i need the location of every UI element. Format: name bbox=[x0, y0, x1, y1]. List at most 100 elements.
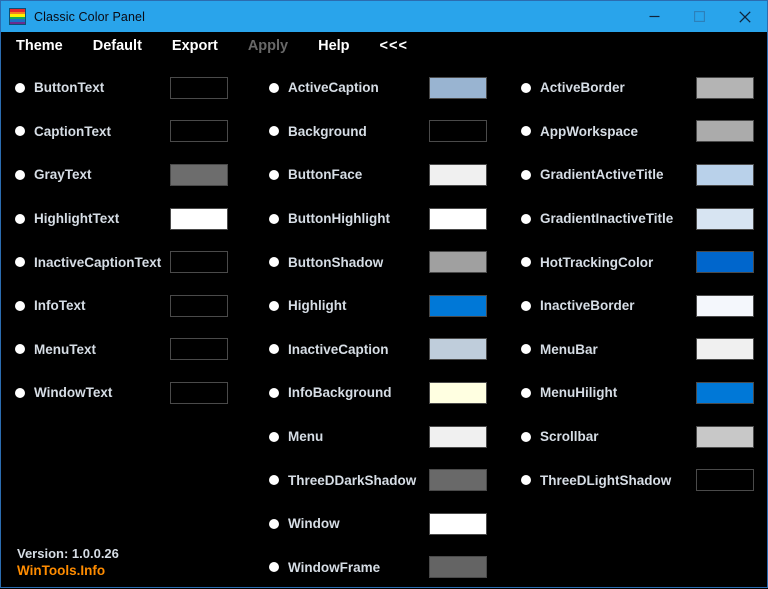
color-swatch[interactable] bbox=[429, 381, 487, 404]
color-row[interactable]: ButtonText bbox=[15, 66, 259, 110]
radio-button-icon[interactable] bbox=[15, 300, 25, 311]
color-row[interactable]: ButtonHighlight bbox=[269, 197, 511, 241]
color-swatch[interactable] bbox=[696, 207, 754, 230]
radio-button-icon[interactable] bbox=[269, 475, 279, 486]
color-row[interactable]: InfoBackground bbox=[269, 371, 511, 415]
color-swatch[interactable] bbox=[429, 294, 487, 317]
color-row[interactable]: InactiveCaptionText bbox=[15, 240, 259, 284]
radio-button-icon[interactable] bbox=[269, 562, 279, 573]
radio-button-icon[interactable] bbox=[269, 213, 279, 224]
color-row[interactable]: InactiveBorder bbox=[521, 284, 767, 328]
radio-button-icon[interactable] bbox=[521, 344, 531, 355]
color-row[interactable]: Highlight bbox=[269, 284, 511, 328]
color-swatch[interactable] bbox=[429, 512, 487, 535]
color-swatch[interactable] bbox=[170, 338, 228, 361]
color-row[interactable]: HighlightText bbox=[15, 197, 259, 241]
color-swatch[interactable] bbox=[429, 425, 487, 448]
color-swatch[interactable] bbox=[696, 76, 754, 99]
radio-button-icon[interactable] bbox=[269, 387, 279, 398]
menu-item-theme[interactable]: Theme bbox=[16, 38, 63, 54]
radio-button-icon[interactable] bbox=[15, 387, 25, 398]
radio-button-icon[interactable] bbox=[15, 126, 25, 137]
color-row[interactable]: Window bbox=[269, 502, 511, 546]
radio-button-icon[interactable] bbox=[521, 213, 531, 224]
radio-button-icon[interactable] bbox=[269, 126, 279, 137]
radio-button-icon[interactable] bbox=[521, 431, 531, 442]
color-swatch[interactable] bbox=[696, 469, 754, 492]
color-swatch[interactable] bbox=[429, 76, 487, 99]
color-swatch[interactable] bbox=[429, 251, 487, 274]
color-swatch[interactable] bbox=[170, 251, 228, 274]
color-swatch[interactable] bbox=[696, 381, 754, 404]
color-row[interactable]: Background bbox=[269, 110, 511, 154]
color-swatch[interactable] bbox=[429, 556, 487, 579]
radio-button-icon[interactable] bbox=[15, 213, 25, 224]
color-row[interactable]: WindowText bbox=[15, 371, 259, 415]
color-row[interactable]: GradientActiveTitle bbox=[521, 153, 767, 197]
color-swatch[interactable] bbox=[429, 120, 487, 143]
menu-item-help[interactable]: Help bbox=[318, 38, 349, 54]
radio-button-icon[interactable] bbox=[521, 126, 531, 137]
radio-button-icon[interactable] bbox=[269, 82, 279, 93]
minimize-button[interactable] bbox=[632, 1, 677, 32]
color-swatch[interactable] bbox=[429, 469, 487, 492]
color-swatch[interactable] bbox=[696, 425, 754, 448]
radio-button-icon[interactable] bbox=[521, 169, 531, 180]
radio-button-icon[interactable] bbox=[521, 82, 531, 93]
menu-item-default[interactable]: Default bbox=[93, 38, 142, 54]
color-row[interactable]: WindowFrame bbox=[269, 546, 511, 589]
radio-button-icon[interactable] bbox=[269, 431, 279, 442]
color-row[interactable]: MenuHilight bbox=[521, 371, 767, 415]
color-row[interactable]: AppWorkspace bbox=[521, 110, 767, 154]
brand-link[interactable]: WinTools.Info bbox=[17, 563, 119, 578]
color-row[interactable]: GrayText bbox=[15, 153, 259, 197]
color-swatch[interactable] bbox=[696, 251, 754, 274]
color-row[interactable]: ButtonFace bbox=[269, 153, 511, 197]
color-swatch[interactable] bbox=[696, 338, 754, 361]
radio-button-icon[interactable] bbox=[521, 300, 531, 311]
color-swatch[interactable] bbox=[170, 381, 228, 404]
color-row[interactable]: GradientInactiveTitle bbox=[521, 197, 767, 241]
color-row[interactable]: InactiveCaption bbox=[269, 328, 511, 372]
radio-button-icon[interactable] bbox=[269, 300, 279, 311]
color-row[interactable]: ActiveCaption bbox=[269, 66, 511, 110]
color-row[interactable]: MenuBar bbox=[521, 328, 767, 372]
radio-button-icon[interactable] bbox=[269, 169, 279, 180]
color-row[interactable]: HotTrackingColor bbox=[521, 240, 767, 284]
radio-button-icon[interactable] bbox=[521, 387, 531, 398]
maximize-button[interactable] bbox=[677, 1, 722, 32]
color-swatch[interactable] bbox=[696, 294, 754, 317]
color-row[interactable]: CaptionText bbox=[15, 110, 259, 154]
color-swatch[interactable] bbox=[429, 163, 487, 186]
radio-button-icon[interactable] bbox=[15, 169, 25, 180]
menu-item-[interactable]: <<< bbox=[380, 38, 408, 54]
color-row[interactable]: ButtonShadow bbox=[269, 240, 511, 284]
color-row[interactable]: InfoText bbox=[15, 284, 259, 328]
radio-button-icon[interactable] bbox=[15, 82, 25, 93]
close-button[interactable] bbox=[722, 1, 767, 32]
color-row[interactable]: Scrollbar bbox=[521, 415, 767, 459]
color-row-label: ButtonFace bbox=[288, 167, 363, 183]
color-row[interactable]: MenuText bbox=[15, 328, 259, 372]
radio-button-icon[interactable] bbox=[269, 344, 279, 355]
color-swatch[interactable] bbox=[170, 163, 228, 186]
radio-button-icon[interactable] bbox=[269, 518, 279, 529]
radio-button-icon[interactable] bbox=[521, 257, 531, 268]
color-swatch[interactable] bbox=[170, 294, 228, 317]
color-row[interactable]: ThreeDDarkShadow bbox=[269, 458, 511, 502]
radio-button-icon[interactable] bbox=[15, 344, 25, 355]
color-swatch[interactable] bbox=[429, 338, 487, 361]
radio-button-icon[interactable] bbox=[15, 257, 25, 268]
radio-button-icon[interactable] bbox=[269, 257, 279, 268]
color-row[interactable]: ThreeDLightShadow bbox=[521, 458, 767, 502]
color-row[interactable]: Menu bbox=[269, 415, 511, 459]
radio-button-icon[interactable] bbox=[521, 475, 531, 486]
menu-item-export[interactable]: Export bbox=[172, 38, 218, 54]
color-swatch[interactable] bbox=[170, 207, 228, 230]
color-swatch[interactable] bbox=[429, 207, 487, 230]
color-row[interactable]: ActiveBorder bbox=[521, 66, 767, 110]
color-swatch[interactable] bbox=[696, 120, 754, 143]
color-swatch[interactable] bbox=[696, 163, 754, 186]
color-swatch[interactable] bbox=[170, 120, 228, 143]
color-swatch[interactable] bbox=[170, 76, 228, 99]
